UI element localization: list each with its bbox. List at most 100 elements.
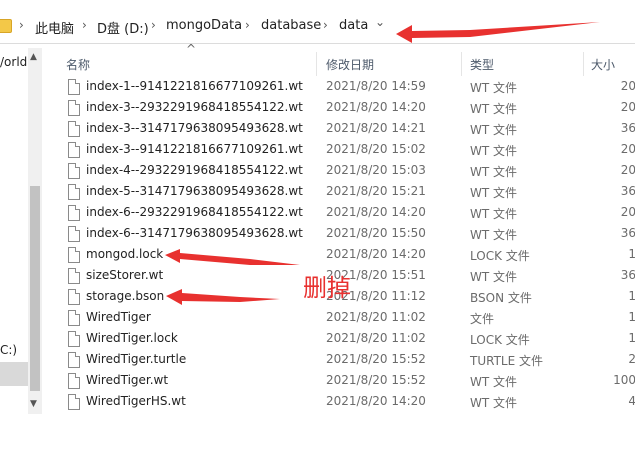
file-type: WT 文件 <box>470 270 518 284</box>
file-name: sizeStorer.wt <box>86 268 164 282</box>
file-icon <box>68 184 80 200</box>
scroll-up-arrow-icon[interactable]: ▲ <box>30 52 37 62</box>
column-header: ^ 名称 修改日期 类型 大小 <box>58 42 635 76</box>
file-name: index-6--3147179638095493628.wt <box>86 226 303 240</box>
scroll-down-arrow-icon[interactable]: ▼ <box>30 399 37 409</box>
file-row[interactable]: WiredTiger.turtle 2021/8/20 15:52 TURTLE 文… <box>58 350 635 371</box>
column-divider[interactable] <box>316 52 317 76</box>
file-name: index-3--3147179638095493628.wt <box>86 121 303 135</box>
breadcrumb-data[interactable]: data <box>339 18 368 33</box>
file-type: WT 文件 <box>470 186 518 200</box>
file-date: 2021/8/20 15:50 <box>326 226 426 240</box>
file-type: 文件 <box>470 312 495 326</box>
file-row[interactable]: index-6--3147179638095493628.wt 2021/8/20… <box>58 224 635 245</box>
file-type: LOCK 文件 <box>470 333 530 347</box>
file-name: WiredTiger <box>86 310 151 324</box>
file-date: 2021/8/20 15:02 <box>326 142 426 156</box>
file-size: 1 <box>628 289 635 303</box>
file-name: WiredTiger.lock <box>86 331 178 345</box>
file-icon <box>68 163 80 179</box>
file-row[interactable]: index-4--2932291968418554122.wt 2021/8/20… <box>58 161 635 182</box>
file-icon <box>68 142 80 158</box>
file-name: WiredTigerHS.wt <box>86 394 186 408</box>
file-row[interactable]: WiredTiger.wt 2021/8/20 15:52 WT 文件 100 <box>58 371 635 392</box>
address-bar[interactable]: › 此电脑 › D盘 (D:) › mongoData › database ›… <box>0 10 635 44</box>
column-type[interactable]: 类型 <box>470 56 494 73</box>
file-type: WT 文件 <box>470 375 518 389</box>
nav-scrollbar[interactable]: ▲ ▼ <box>28 48 42 414</box>
nav-item-selected[interactable] <box>0 362 28 386</box>
file-icon <box>68 331 80 347</box>
file-icon <box>68 226 80 242</box>
column-divider[interactable] <box>461 52 462 76</box>
file-row[interactable]: index-1--9141221816677109261.wt 2021/8/20… <box>58 77 635 98</box>
file-size: 36 <box>620 226 635 240</box>
scrollbar-thumb[interactable] <box>30 186 40 391</box>
file-row[interactable]: WiredTigerHS.wt 2021/8/20 14:20 WT 文件 4 <box>58 392 635 413</box>
breadcrumb-separator[interactable]: › <box>323 18 328 32</box>
column-size[interactable]: 大小 <box>591 56 615 73</box>
file-row[interactable]: index-3--3147179638095493628.wt 2021/8/20… <box>58 119 635 140</box>
file-size: 1 <box>628 310 635 324</box>
file-type: WT 文件 <box>470 207 518 221</box>
file-name: WiredTiger.wt <box>86 373 169 387</box>
file-date: 2021/8/20 14:20 <box>326 394 426 408</box>
file-type: WT 文件 <box>470 81 518 95</box>
file-row[interactable]: index-3--9141221816677109261.wt 2021/8/20… <box>58 140 635 161</box>
breadcrumb-this-pc[interactable]: 此电脑 <box>35 18 74 37</box>
file-name: index-6--2932291968418554122.wt <box>86 205 303 219</box>
file-type: WT 文件 <box>470 123 518 137</box>
file-icon <box>68 373 80 389</box>
file-name: index-1--9141221816677109261.wt <box>86 79 303 93</box>
folder-icon <box>0 19 12 33</box>
file-date: 2021/8/20 14:59 <box>326 79 426 93</box>
file-row[interactable]: WiredTiger.lock 2021/8/20 11:02 LOCK 文件 1 <box>58 329 635 350</box>
nav-item-drive-c[interactable]: C:) <box>0 343 17 357</box>
breadcrumb-separator[interactable]: › <box>82 18 87 32</box>
file-size: 36 <box>620 268 635 282</box>
file-type: WT 文件 <box>470 102 518 116</box>
file-size: 2 <box>628 352 635 366</box>
breadcrumb-separator[interactable]: › <box>245 18 250 32</box>
column-date[interactable]: 修改日期 <box>326 56 374 73</box>
file-row[interactable]: index-6--2932291968418554122.wt 2021/8/20… <box>58 203 635 224</box>
nav-item-partial[interactable]: /orld <box>0 55 27 69</box>
annotation-delete-label: 删掉 <box>303 274 351 302</box>
file-name: index-3--2932291968418554122.wt <box>86 100 303 114</box>
file-icon <box>68 79 80 95</box>
file-size: 4 <box>628 394 635 408</box>
file-type: TURTLE 文件 <box>470 354 543 368</box>
breadcrumb-separator[interactable]: › <box>19 18 24 32</box>
file-size: 36 <box>620 184 635 198</box>
file-icon <box>68 247 80 263</box>
file-size: 20 <box>620 100 635 114</box>
file-icon <box>68 310 80 326</box>
file-list: index-1--9141221816677109261.wt 2021/8/20… <box>58 77 635 413</box>
file-row[interactable]: WiredTiger 2021/8/20 11:02 文件 1 <box>58 308 635 329</box>
breadcrumb-separator[interactable]: › <box>151 18 156 32</box>
address-dropdown-chevron-icon[interactable]: ⌄ <box>375 15 385 29</box>
file-icon <box>68 100 80 116</box>
file-icon <box>68 121 80 137</box>
file-date: 2021/8/20 11:02 <box>326 310 426 324</box>
column-divider[interactable] <box>583 52 584 76</box>
file-date: 2021/8/20 15:52 <box>326 373 426 387</box>
file-date: 2021/8/20 15:03 <box>326 163 426 177</box>
file-date: 2021/8/20 14:21 <box>326 121 426 135</box>
file-date: 2021/8/20 14:20 <box>326 100 426 114</box>
breadcrumb-database[interactable]: database <box>261 18 321 33</box>
file-date: 2021/8/20 14:20 <box>326 205 426 219</box>
file-size: 20 <box>620 142 635 156</box>
file-size: 20 <box>620 163 635 177</box>
file-row[interactable]: index-5--3147179638095493628.wt 2021/8/20… <box>58 182 635 203</box>
column-name[interactable]: 名称 <box>66 56 90 73</box>
file-type: WT 文件 <box>470 228 518 242</box>
file-row[interactable]: mongod.lock 2021/8/20 14:20 LOCK 文件 1 <box>58 245 635 266</box>
breadcrumb-mongodata[interactable]: mongoData <box>166 18 242 33</box>
file-size: 1 <box>628 331 635 345</box>
file-name: index-4--2932291968418554122.wt <box>86 163 303 177</box>
breadcrumb-drive-d[interactable]: D盘 (D:) <box>97 18 149 37</box>
file-date: 2021/8/20 15:52 <box>326 352 426 366</box>
file-row[interactable]: index-3--2932291968418554122.wt 2021/8/20… <box>58 98 635 119</box>
file-name: index-5--3147179638095493628.wt <box>86 184 303 198</box>
